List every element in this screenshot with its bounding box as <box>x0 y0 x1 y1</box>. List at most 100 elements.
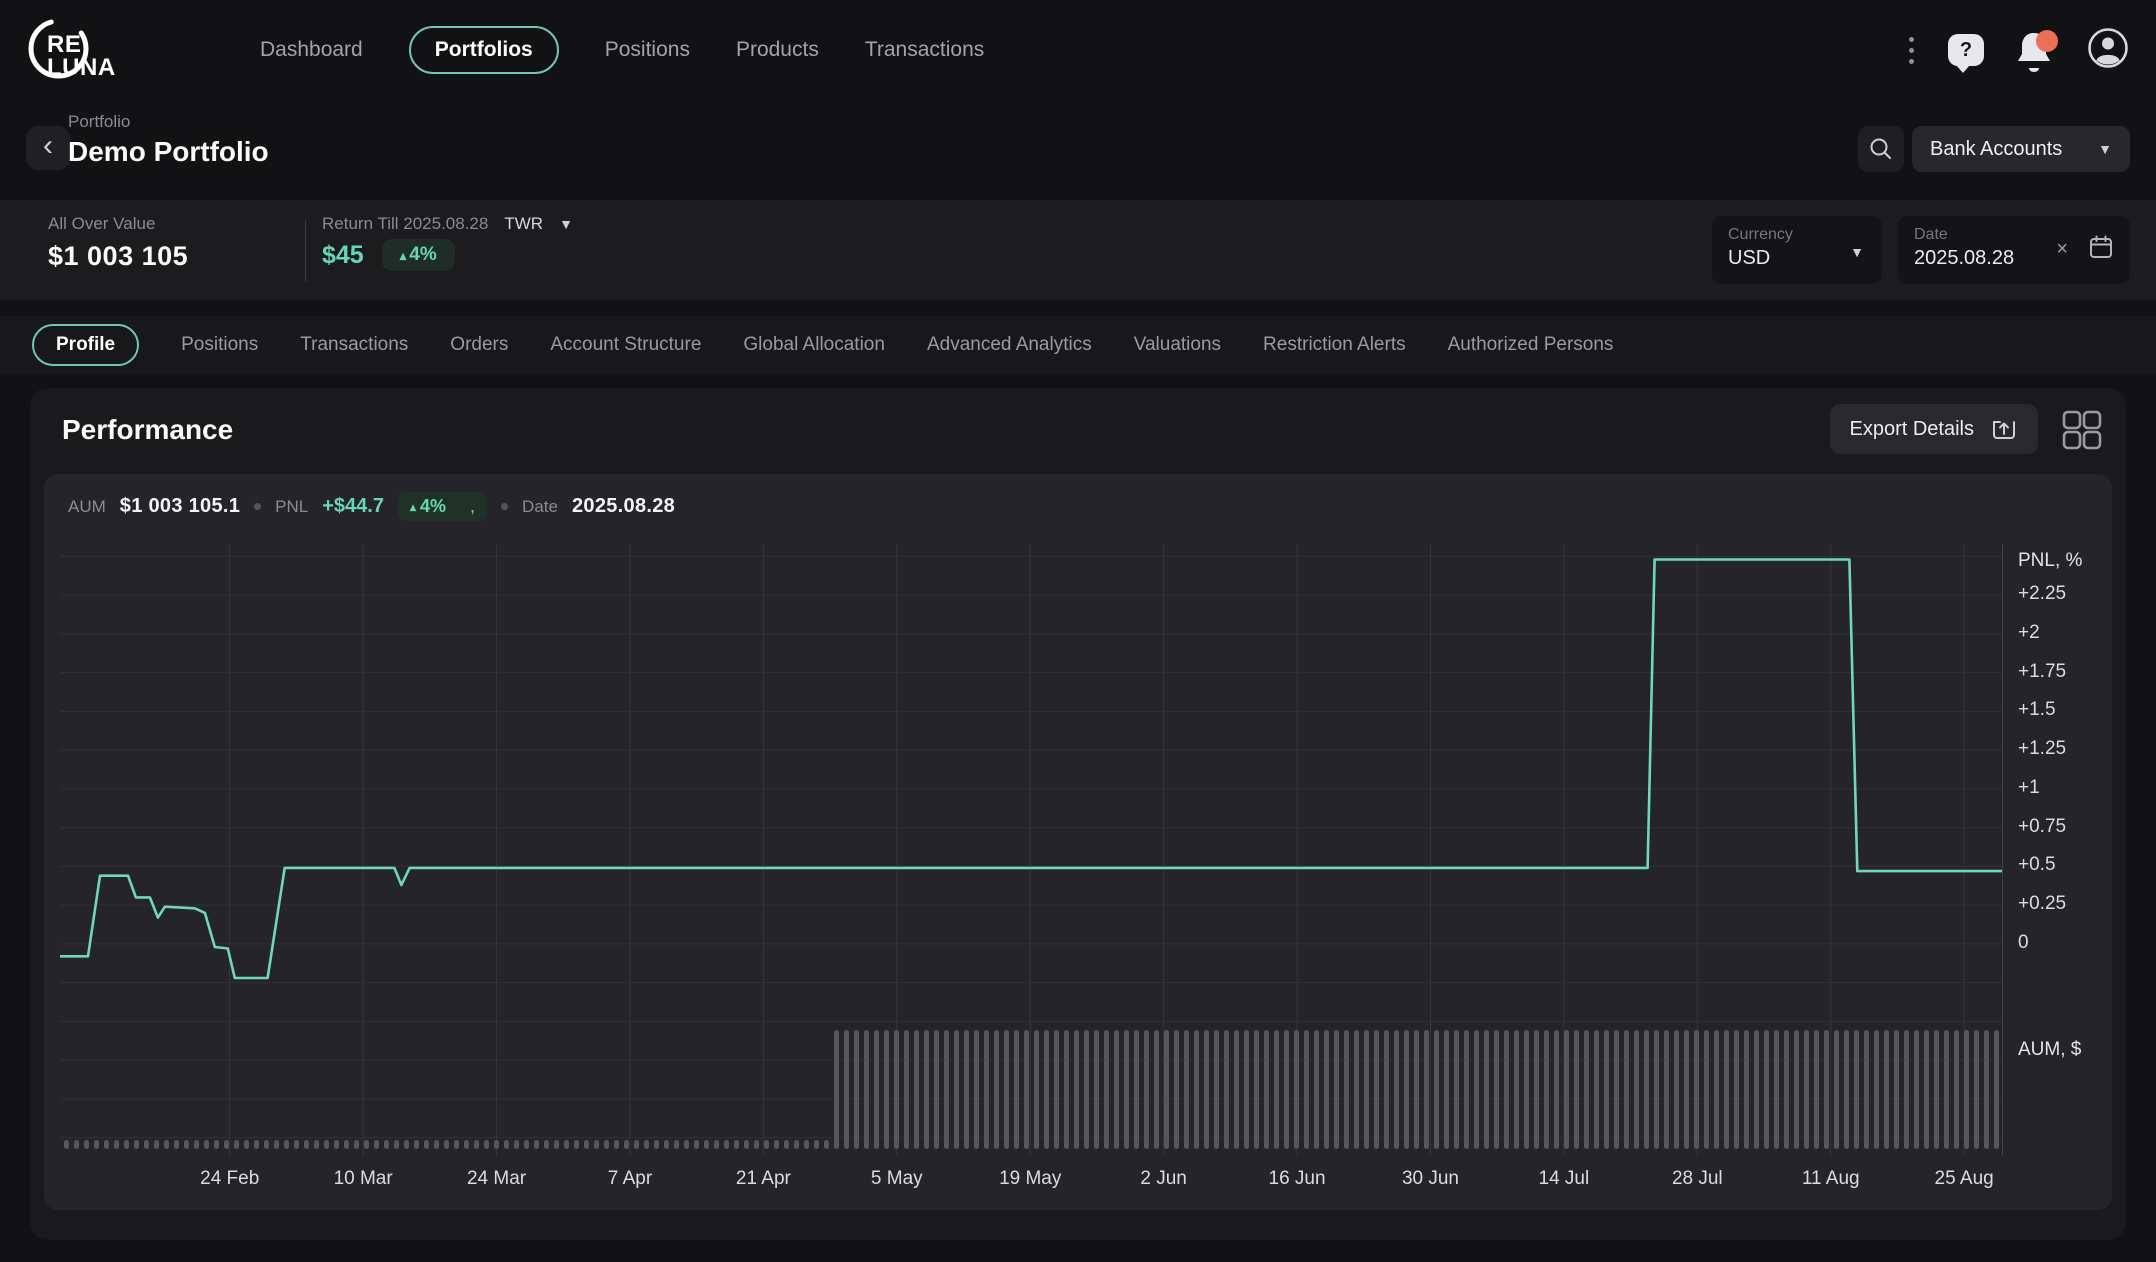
x-tick-label: 24 Mar <box>427 1168 567 1190</box>
aum-bar <box>614 1140 619 1149</box>
calendar-icon[interactable] <box>2088 234 2114 265</box>
nav-item-positions[interactable]: Positions <box>605 38 690 62</box>
aum-bar <box>1274 1030 1279 1149</box>
tab-authorized-persons[interactable]: Authorized Persons <box>1448 334 1614 356</box>
aum-label: AUM <box>68 497 106 517</box>
tab-profile[interactable]: Profile <box>32 324 139 366</box>
tab-global-allocation[interactable]: Global Allocation <box>743 334 885 356</box>
date-picker[interactable]: Date 2025.08.28 × <box>1898 216 2130 284</box>
x-tick-label: 19 May <box>960 1168 1100 1190</box>
aum-bar <box>1654 1030 1659 1149</box>
y-axis-labels: PNL, %+2.25+2+1.75+1.5+1.25+1+0.75+0.5+0… <box>2018 544 2108 1156</box>
nav-item-transactions[interactable]: Transactions <box>865 38 984 62</box>
aum-bar <box>104 1140 109 1149</box>
aum-bar <box>474 1140 479 1149</box>
aum-bar <box>804 1140 809 1149</box>
x-tick-label: 21 Apr <box>693 1168 833 1190</box>
bank-accounts-dropdown[interactable]: Bank Accounts ▼ <box>1912 126 2130 172</box>
aum-bar <box>1024 1030 1029 1149</box>
nav-item-portfolios[interactable]: Portfolios <box>409 26 559 74</box>
tab-advanced-analytics[interactable]: Advanced Analytics <box>927 334 1092 356</box>
aum-bar <box>1104 1030 1109 1149</box>
aum-bar <box>1064 1030 1069 1149</box>
y-tick-label: +0.75 <box>2018 816 2066 838</box>
aum-bar <box>1564 1030 1569 1149</box>
tab-restriction-alerts[interactable]: Restriction Alerts <box>1263 334 1406 356</box>
grid-icon <box>2061 409 2103 451</box>
back-button[interactable]: ‹ <box>26 126 70 170</box>
aum-bar <box>1554 1030 1559 1149</box>
aum-bar <box>1294 1030 1299 1149</box>
aum-axis-title: AUM, $ <box>2018 1039 2081 1061</box>
avatar[interactable] <box>2086 26 2130 75</box>
aum-bar <box>1154 1030 1159 1149</box>
aum-bar <box>1794 1030 1799 1149</box>
chevron-down-icon[interactable]: ▼ <box>559 216 573 232</box>
aum-bar <box>1384 1030 1389 1149</box>
aum-value: $1 003 105.1 <box>120 495 240 518</box>
aum-bar <box>554 1140 559 1149</box>
aum-bar <box>1194 1030 1199 1149</box>
aum-bar <box>624 1140 629 1149</box>
aum-bar <box>1434 1030 1439 1149</box>
return-mode[interactable]: TWR <box>504 214 543 234</box>
x-tick-label: 14 Jul <box>1494 1168 1634 1190</box>
tab-valuations[interactable]: Valuations <box>1134 334 1221 356</box>
search-button[interactable] <box>1858 126 1904 172</box>
date-value: 2025.08.28 <box>1914 247 2114 270</box>
x-tick-label: 28 Jul <box>1627 1168 1767 1190</box>
aum-bar <box>654 1140 659 1149</box>
aum-bar <box>1914 1030 1919 1149</box>
aum-bar <box>84 1140 89 1149</box>
nav-item-products[interactable]: Products <box>736 38 819 62</box>
aum-bar <box>384 1140 389 1149</box>
aum-bar <box>1494 1030 1499 1149</box>
clear-date-icon[interactable]: × <box>2056 238 2068 261</box>
kebab-menu-icon[interactable] <box>1905 33 1918 68</box>
notifications-button[interactable] <box>2014 28 2056 72</box>
aum-bar <box>1224 1030 1229 1149</box>
nav-item-dashboard[interactable]: Dashboard <box>260 38 363 62</box>
x-tick-label: 25 Aug <box>1894 1168 2034 1190</box>
aum-bar <box>1874 1030 1879 1149</box>
aum-bar <box>1014 1030 1019 1149</box>
plot-area[interactable] <box>60 544 2002 1156</box>
tab-positions[interactable]: Positions <box>181 334 258 356</box>
aum-bar <box>324 1140 329 1149</box>
aum-bar <box>1424 1030 1429 1149</box>
aum-bar <box>214 1140 219 1149</box>
aum-bar <box>1904 1030 1909 1149</box>
aum-bar <box>124 1140 129 1149</box>
tab-account-structure[interactable]: Account Structure <box>550 334 701 356</box>
aum-bar <box>1974 1030 1979 1149</box>
widget-layout-button[interactable] <box>2060 408 2104 452</box>
aum-bar <box>1814 1030 1819 1149</box>
aum-bar <box>854 1030 859 1149</box>
help-icon[interactable]: ? <box>1948 34 1984 66</box>
aum-bar <box>1614 1030 1619 1149</box>
tab-transactions[interactable]: Transactions <box>300 334 408 356</box>
aum-bar <box>1544 1030 1549 1149</box>
main-nav: Dashboard Portfolios Positions Products Tran… <box>260 0 984 100</box>
y-tick-label: +1.75 <box>2018 661 2066 683</box>
aum-bar <box>934 1030 939 1149</box>
pnl-label: PNL <box>275 497 308 517</box>
aum-bar <box>674 1140 679 1149</box>
aum-bar <box>164 1140 169 1149</box>
aum-bar <box>1244 1030 1249 1149</box>
export-details-button[interactable]: Export Details <box>1830 404 2039 454</box>
aum-bar <box>794 1140 799 1149</box>
aum-bar <box>914 1030 919 1149</box>
aum-bar <box>774 1140 779 1149</box>
aum-bar <box>844 1030 849 1149</box>
currency-dropdown[interactable]: Currency USD ▼ <box>1712 216 1882 284</box>
y-tick-label: +0.25 <box>2018 893 2066 915</box>
tab-orders[interactable]: Orders <box>450 334 508 356</box>
portfolio-stats-bar: All Over Value $1 003 105 Return Till 20… <box>0 200 2156 300</box>
aum-bar <box>304 1140 309 1149</box>
aum-bar <box>1714 1030 1719 1149</box>
logo-text: RE: LUNA <box>47 33 116 79</box>
app-logo[interactable]: RE: LUNA <box>24 10 154 90</box>
performance-panel: Performance Export Details AUM $1 003 10… <box>30 388 2126 1240</box>
y-tick-label: +0.5 <box>2018 854 2056 876</box>
